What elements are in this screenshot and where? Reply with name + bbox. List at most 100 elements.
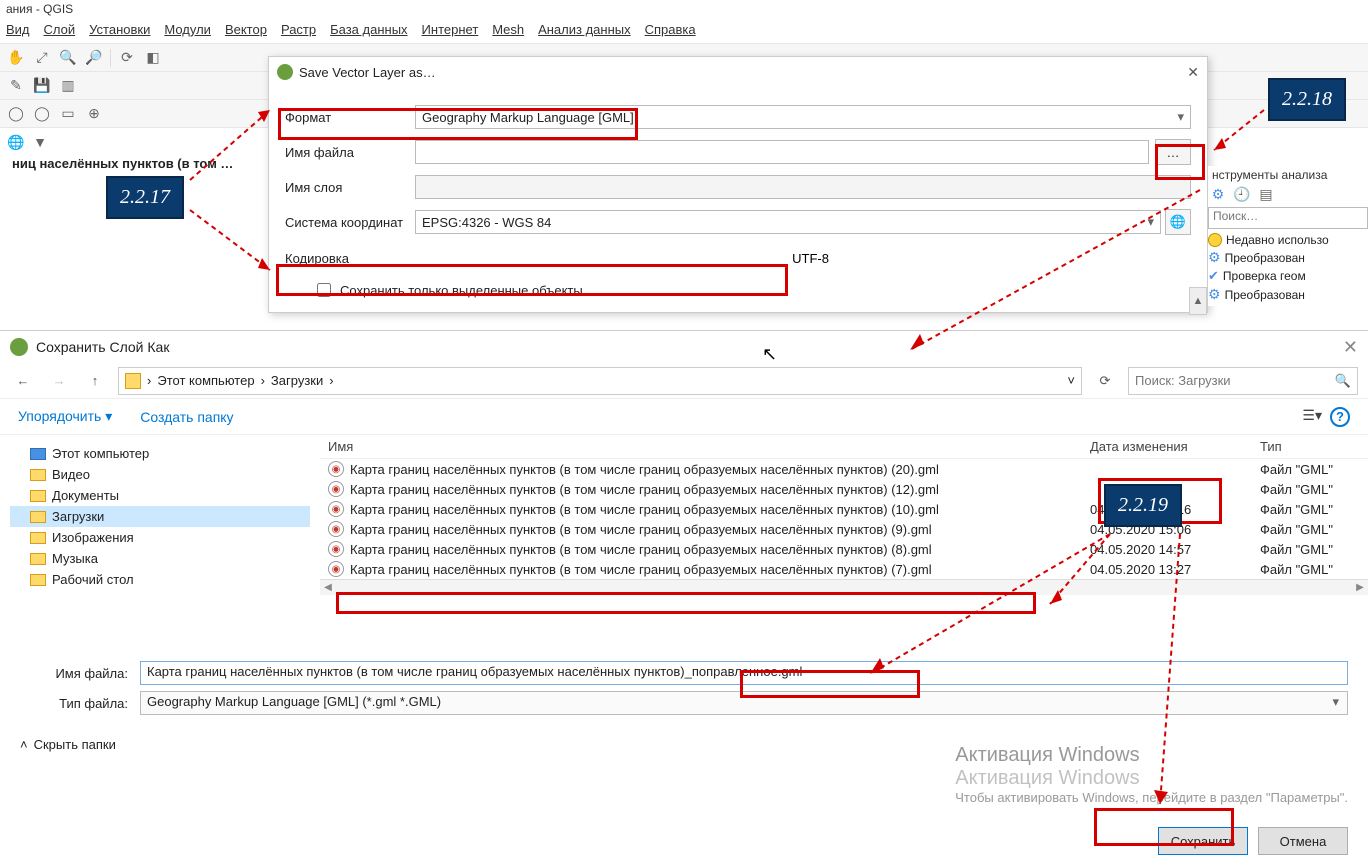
menu-Растр[interactable]: Растр — [281, 22, 316, 41]
close-icon[interactable]: ✕ — [1187, 64, 1199, 81]
edit-icon[interactable]: ✎ — [6, 76, 26, 96]
cursor-icon: ↖ — [762, 344, 777, 365]
sidebar-item[interactable]: Загрузки — [10, 506, 310, 527]
nav-forward-button[interactable]: → — [46, 368, 72, 394]
file-row[interactable]: ◉Карта границ населённых пунктов (в том … — [320, 559, 1368, 579]
save-selected-only-checkbox[interactable] — [317, 283, 331, 297]
tool-icon[interactable]: ◧ — [143, 48, 163, 68]
measure-icon[interactable]: ▭ — [58, 104, 78, 124]
save-button[interactable]: Сохранить — [1158, 827, 1248, 855]
folder-icon — [125, 373, 141, 389]
qgis-icon — [277, 64, 293, 80]
processing-item-3[interactable]: ⚙Преобразован — [1208, 285, 1368, 304]
menu-База данных[interactable]: База данных — [330, 22, 407, 41]
vertex2-icon[interactable]: ◯ — [32, 104, 52, 124]
processing-item-2[interactable]: ✔Проверка геом — [1208, 267, 1368, 285]
filetype-field-label: Тип файла: — [20, 696, 140, 711]
refresh-icon[interactable]: ⟳ — [117, 48, 137, 68]
sidebar-item[interactable]: Документы — [10, 485, 310, 506]
gml-file-icon: ◉ — [328, 561, 344, 577]
globe-icon[interactable]: 🌐 — [6, 132, 26, 152]
address-bar[interactable]: › Этот компьютер › Загрузки › ˅ — [118, 367, 1082, 395]
menu-Установки[interactable]: Установки — [89, 22, 150, 41]
file-search-input[interactable]: Поиск: Загрузки 🔍 — [1128, 367, 1358, 395]
crs-select[interactable]: EPSG:4326 - WGS 84 — [415, 210, 1161, 234]
file-row[interactable]: ◉Карта границ населённых пунктов (в том … — [320, 459, 1368, 479]
sidebar-item[interactable]: Музыка — [10, 548, 310, 569]
processing-panel-title: нструменты анализа — [1208, 166, 1368, 184]
close-icon[interactable]: ✕ — [1343, 337, 1358, 358]
new-folder-button[interactable]: Создать папку — [140, 409, 233, 425]
dialog-scrollbar[interactable]: ▲ — [1189, 287, 1207, 315]
doc-icon[interactable]: ▤ — [1256, 184, 1276, 204]
sidebar-item[interactable]: Этот компьютер — [10, 443, 310, 464]
gml-file-icon: ◉ — [328, 501, 344, 517]
cancel-button[interactable]: Отмена — [1258, 827, 1348, 855]
gml-file-icon: ◉ — [328, 461, 344, 477]
clock-icon[interactable]: 🕘 — [1232, 184, 1252, 204]
menu-Интернет[interactable]: Интернет — [422, 22, 479, 41]
processing-search-input[interactable]: Поиск… — [1208, 207, 1368, 229]
processing-item-recent[interactable]: Недавно использо — [1208, 232, 1368, 248]
encoding-value[interactable]: UTF-8 — [715, 249, 835, 268]
menu-Вид[interactable]: Вид — [6, 22, 30, 41]
file-row[interactable]: ◉Карта границ населённых пунктов (в том … — [320, 499, 1368, 519]
filename-input[interactable] — [415, 140, 1149, 164]
file-row[interactable]: ◉Карта границ населённых пунктов (в том … — [320, 539, 1368, 559]
target-icon[interactable]: ⊕ — [84, 104, 104, 124]
folder-icon — [30, 469, 46, 481]
breadcrumb-downloads[interactable]: Загрузки — [271, 373, 323, 388]
gear-icon[interactable]: ⚙ — [1208, 184, 1228, 204]
filter-icon[interactable]: ▼ — [30, 132, 50, 152]
folder-icon — [30, 574, 46, 586]
col-type[interactable]: Тип — [1260, 439, 1360, 454]
nav-back-button[interactable]: ← — [10, 368, 36, 394]
sidebar-item[interactable]: Изображения — [10, 527, 310, 548]
browse-button[interactable]: … — [1155, 139, 1191, 165]
file-list-header[interactable]: Имя Дата изменения Тип — [320, 435, 1368, 459]
refresh-button[interactable]: ⟳ — [1092, 368, 1118, 394]
save-icon[interactable]: 💾 — [32, 76, 52, 96]
nav-up-button[interactable]: ↑ — [82, 368, 108, 394]
sidebar-item[interactable]: Рабочий стол — [10, 569, 310, 590]
h-scrollbar[interactable]: ◀▶ — [320, 579, 1368, 595]
layername-label: Имя слоя — [285, 180, 415, 195]
file-dialog-sidebar: Этот компьютерВидеоДокументыЗагрузкиИзоб… — [0, 435, 320, 645]
filename-label: Имя файла — [285, 145, 415, 160]
col-date[interactable]: Дата изменения — [1090, 439, 1260, 454]
crs-picker-button[interactable]: 🌐 — [1165, 209, 1191, 235]
format-select[interactable]: Geography Markup Language [GML] — [415, 105, 1191, 129]
menu-Mesh[interactable]: Mesh — [492, 22, 524, 41]
help-icon[interactable]: ? — [1330, 407, 1350, 427]
folder-icon — [30, 553, 46, 565]
save-vector-layer-dialog: Save Vector Layer as… ✕ Формат Geography… — [268, 56, 1208, 313]
view-mode-icon[interactable]: ☰▾ — [1302, 407, 1322, 427]
menu-Справка[interactable]: Справка — [645, 22, 696, 41]
menu-Вектор[interactable]: Вектор — [225, 22, 267, 41]
menubar: Вид Слой Установки Модули Вектор Растр База да… — [0, 20, 1368, 44]
layer-name-truncated: ниц населённых пунктов (в том … — [6, 152, 266, 175]
layername-input[interactable] — [415, 175, 1191, 199]
dialog-title: Save Vector Layer as… — [299, 65, 436, 80]
menu-Модули[interactable]: Модули — [164, 22, 211, 41]
menu-Слой[interactable]: Слой — [44, 22, 76, 41]
processing-item-1[interactable]: ⚙Преобразован — [1208, 248, 1368, 267]
zoom-in-icon[interactable]: 🔍 — [58, 48, 78, 68]
filetype-select[interactable]: Geography Markup Language [GML] (*.gml *… — [140, 691, 1348, 715]
filename-field[interactable]: Карта границ населённых пунктов (в том ч… — [140, 661, 1348, 685]
gml-file-icon: ◉ — [328, 541, 344, 557]
encoding-label: Кодировка — [285, 251, 715, 266]
zoom-to-layer-icon[interactable]: ⤢ — [32, 48, 52, 68]
processing-panel: нструменты анализа ⚙ 🕘 ▤ Поиск… Недавно … — [1208, 166, 1368, 306]
menu-Анализ данных[interactable]: Анализ данных — [538, 22, 631, 41]
zoom-out-icon[interactable]: 🔎 — [84, 48, 104, 68]
file-row[interactable]: ◉Карта границ населённых пунктов (в том … — [320, 479, 1368, 499]
pan-icon[interactable]: ✋ — [6, 48, 26, 68]
sidebar-item[interactable]: Видео — [10, 464, 310, 485]
file-row[interactable]: ◉Карта границ населённых пунктов (в том … — [320, 519, 1368, 539]
organize-menu[interactable]: Упорядочить ▾ — [18, 408, 112, 425]
breadcrumb-pc[interactable]: Этот компьютер — [157, 373, 254, 388]
vertex-icon[interactable]: ◯ — [6, 104, 26, 124]
drawer-icon[interactable]: ▥ — [58, 76, 78, 96]
col-name[interactable]: Имя — [328, 439, 1090, 454]
